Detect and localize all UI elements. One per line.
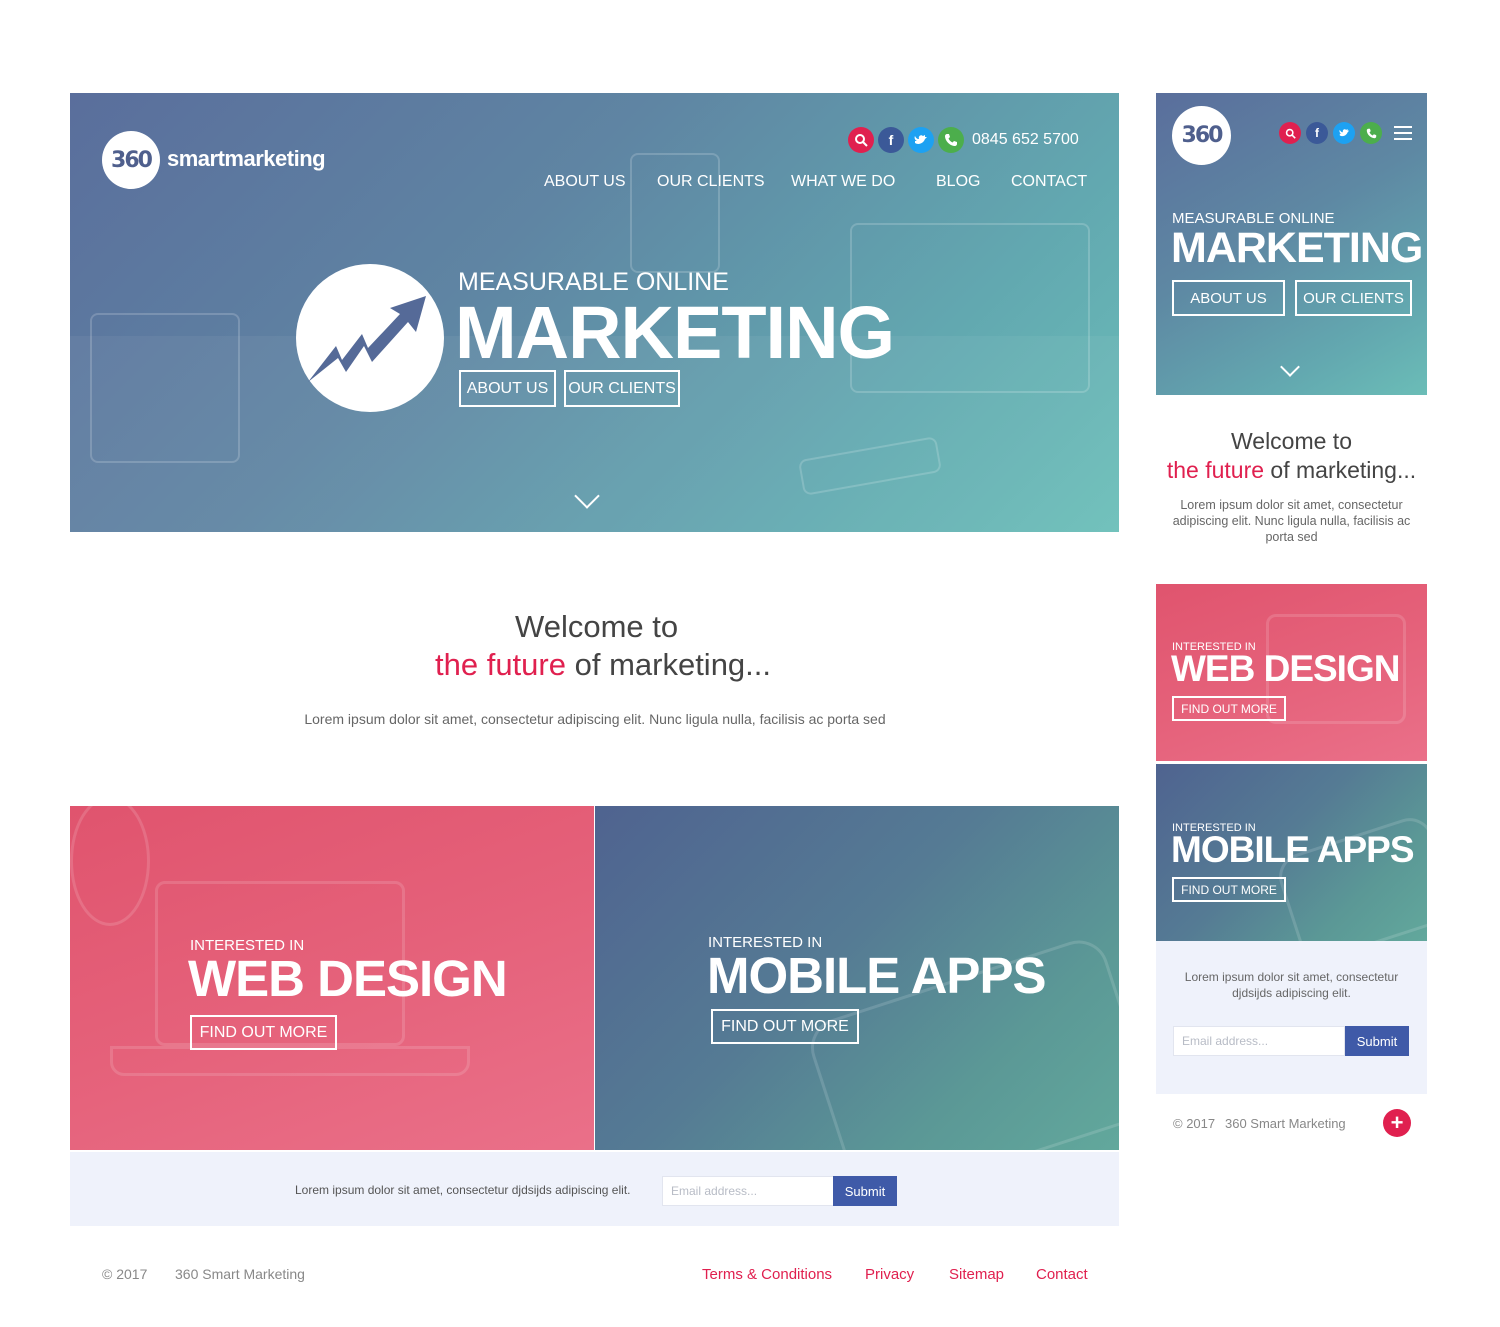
mobile-newsletter: Lorem ipsum dolor sit amet, consectetur …	[1156, 941, 1427, 1094]
welcome-rest: of marketing...	[565, 647, 772, 682]
welcome-rest: of marketing...	[1264, 457, 1417, 483]
tile-bg-plant	[70, 806, 150, 926]
tile-title: MOBILE APPS	[1171, 829, 1415, 870]
welcome-subheading: the future of marketing...	[435, 647, 771, 683]
brand-logo-text: 360	[111, 147, 153, 173]
footer-copyright: © 2017	[102, 1266, 148, 1282]
chevron-down-icon[interactable]	[1280, 357, 1300, 377]
mobile-hero: 360 f MEASURABLE ONLINE MARKETING ABOUT …	[1156, 93, 1427, 395]
find-out-more-button[interactable]: FIND OUT MORE	[1172, 877, 1286, 902]
web-design-tile[interactable]: INTERESTED IN WEB DESIGN FIND OUT MORE	[70, 806, 594, 1150]
nav-blog[interactable]: BLOG	[936, 173, 980, 191]
hero-our-clients-button[interactable]: OUR CLIENTS	[1295, 280, 1412, 316]
hero-bg-bag	[90, 313, 240, 463]
twitter-icon[interactable]	[908, 127, 934, 153]
mobile-apps-tile[interactable]: INTERESTED IN MOBILE APPS FIND OUT MORE	[595, 806, 1119, 1150]
search-icon[interactable]	[1279, 122, 1301, 144]
tile-bg-laptop-base	[110, 1046, 470, 1076]
newsletter-bar: Lorem ipsum dolor sit amet, consectetur …	[70, 1152, 1119, 1226]
footer-company: 360 Smart Marketing	[1225, 1116, 1346, 1131]
email-field[interactable]: Email address...	[1173, 1026, 1345, 1056]
nav-our-clients[interactable]: OUR CLIENTS	[657, 173, 765, 191]
nav-what-we-do[interactable]: WHAT WE DO	[791, 173, 895, 191]
newsletter-text: Lorem ipsum dolor sit amet, consectetur …	[1184, 970, 1399, 1000]
brand-logo-text: 360	[1181, 123, 1224, 148]
welcome-accent: the future	[435, 647, 566, 682]
welcome-subheading: the future of marketing...	[1156, 457, 1427, 484]
hero-bg-monitor	[630, 153, 720, 273]
search-icon[interactable]	[848, 127, 874, 153]
brand-logo[interactable]: 360	[1172, 106, 1231, 165]
footer-company: 360 Smart Marketing	[175, 1266, 305, 1282]
welcome-body: Lorem ipsum dolor sit amet, consectetur …	[304, 711, 886, 727]
phone-icon[interactable]	[1360, 122, 1382, 144]
brand-name[interactable]: smartmarketing	[167, 146, 326, 172]
twitter-icon[interactable]	[1333, 122, 1355, 144]
hero-about-us-button[interactable]: ABOUT US	[1172, 280, 1285, 316]
hero-title: MARKETING	[1171, 224, 1423, 272]
welcome-heading: Welcome to	[515, 609, 679, 644]
tile-title: WEB DESIGN	[188, 950, 508, 1007]
find-out-more-button[interactable]: FIND OUT MORE	[190, 1015, 337, 1050]
tile-title: WEB DESIGN	[1171, 648, 1400, 689]
find-out-more-button[interactable]: FIND OUT MORE	[1172, 696, 1286, 721]
footer-link-terms[interactable]: Terms & Conditions	[702, 1266, 832, 1283]
hero-title: MARKETING	[455, 291, 895, 374]
nav-about-us[interactable]: ABOUT US	[544, 173, 626, 191]
facebook-icon[interactable]: f	[1306, 122, 1328, 144]
phone-icon[interactable]	[938, 127, 964, 153]
email-field[interactable]: Email address...	[662, 1176, 834, 1206]
growth-arrow-icon	[296, 264, 444, 412]
newsletter-text: Lorem ipsum dolor sit amet, consectetur …	[295, 1183, 631, 1197]
submit-button[interactable]: Submit	[833, 1176, 897, 1206]
welcome-accent: the future	[1166, 457, 1265, 483]
tile-title: MOBILE APPS	[707, 947, 1046, 1004]
mobile-apps-tile[interactable]: INTERESTED IN MOBILE APPS FIND OUT MORE	[1156, 764, 1427, 941]
hero-our-clients-button[interactable]: OUR CLIENTS	[564, 370, 680, 407]
plus-icon[interactable]: +	[1383, 1109, 1411, 1137]
facebook-icon[interactable]: f	[878, 127, 904, 153]
footer-link-sitemap[interactable]: Sitemap	[949, 1266, 1004, 1283]
welcome-heading: Welcome to	[1230, 428, 1352, 454]
footer-copyright: © 2017	[1173, 1116, 1216, 1131]
brand-logo[interactable]: 360	[102, 131, 160, 189]
web-design-tile[interactable]: INTERESTED IN WEB DESIGN FIND OUT MORE	[1156, 584, 1427, 761]
welcome-body: Lorem ipsum dolor sit amet, consectetur …	[1172, 498, 1411, 544]
phone-number[interactable]: 0845 652 5700	[972, 131, 1079, 149]
submit-button[interactable]: Submit	[1345, 1026, 1409, 1056]
footer-link-privacy[interactable]: Privacy	[865, 1266, 914, 1283]
find-out-more-button[interactable]: FIND OUT MORE	[711, 1009, 859, 1044]
nav-contact[interactable]: CONTACT	[1011, 173, 1087, 191]
hero-about-us-button[interactable]: ABOUT US	[459, 370, 556, 407]
footer-link-contact[interactable]: Contact	[1036, 1266, 1088, 1283]
